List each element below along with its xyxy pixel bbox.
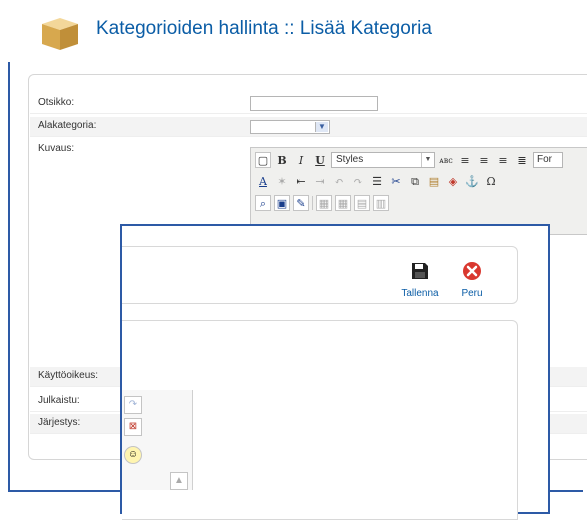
- font-label: For: [537, 154, 552, 165]
- align-right-icon[interactable]: ≡: [495, 152, 511, 168]
- insert-icon[interactable]: ⊠: [124, 418, 142, 436]
- field-label: Kuvaus:: [38, 143, 75, 154]
- paste-icon[interactable]: ▤: [426, 173, 442, 189]
- page-title: Kategorioiden hallinta :: Lisää Kategori…: [96, 18, 432, 39]
- new-document-icon[interactable]: ▢: [255, 152, 271, 168]
- title-input[interactable]: [250, 96, 378, 111]
- edit-icon[interactable]: ✎: [293, 195, 309, 211]
- field-label: Käyttöoikeus:: [38, 370, 99, 381]
- field-label: Julkaistu:: [38, 395, 80, 406]
- save-label: Tallenna: [401, 288, 439, 299]
- emoticon-icon[interactable]: ☺: [124, 446, 142, 464]
- floppy-disk-icon: [412, 263, 428, 279]
- field-label: Järjestys:: [38, 417, 81, 428]
- table-cell-icon[interactable]: ▥: [373, 195, 389, 211]
- fullscreen-icon[interactable]: ▣: [274, 195, 290, 211]
- italic-button[interactable]: I: [293, 152, 309, 168]
- underline-button[interactable]: U: [312, 152, 328, 168]
- editor-toolbar-row-2: A ✶ ⇤ ⇥ ↶ ↷ ☰ ✂ ⧉ ▤ ◈ ⚓ Ω: [255, 171, 499, 191]
- list-icon[interactable]: ☰: [369, 173, 385, 189]
- cleanup-icon[interactable]: ◈: [445, 173, 461, 189]
- editor-peek-area: ↷ ⊠ ☺ ▲: [122, 390, 193, 490]
- toolbar-separator: [312, 196, 313, 210]
- align-left-icon[interactable]: ≡: [457, 152, 473, 168]
- parent-category-select[interactable]: ▼: [250, 120, 330, 134]
- category-box-icon: [42, 18, 78, 50]
- font-select[interactable]: For: [533, 152, 563, 168]
- field-label: Alakategoria:: [38, 120, 97, 131]
- align-center-icon[interactable]: ≡: [476, 152, 492, 168]
- undo-icon[interactable]: ↶: [331, 173, 347, 189]
- special-char-icon[interactable]: Ω: [483, 173, 499, 189]
- highlight-icon[interactable]: ✶: [274, 173, 290, 189]
- table-props-icon[interactable]: ▦: [335, 195, 351, 211]
- copy-icon[interactable]: ⧉: [407, 173, 423, 189]
- bold-button[interactable]: B: [274, 152, 290, 168]
- cancel-icon: [463, 262, 481, 280]
- page-header: Kategorioiden hallinta :: Lisää Kategori…: [0, 0, 587, 62]
- description-editor[interactable]: ▢ B I U Styles ▼ ᴀʙᴄ ≡ ≡ ≡ ≣ For A ✶ ⇤ ⇥…: [250, 147, 587, 235]
- cancel-button[interactable]: Peru: [442, 261, 502, 299]
- outdent-icon[interactable]: ⇤: [293, 173, 309, 189]
- editor-toolbar-row-3: ⌕ ▣ ✎ ▦ ▦ ▤ ▥: [255, 193, 389, 213]
- justify-icon[interactable]: ≣: [514, 152, 530, 168]
- strikethrough-icon[interactable]: ᴀʙᴄ: [438, 152, 454, 168]
- indent-icon[interactable]: ⇥: [312, 173, 328, 189]
- field-label: Otsikko:: [38, 97, 75, 108]
- redo-icon[interactable]: ↷: [350, 173, 366, 189]
- table-row-icon[interactable]: ▤: [354, 195, 370, 211]
- styles-select[interactable]: Styles ▼: [331, 152, 435, 168]
- preview-icon[interactable]: ⌕: [255, 195, 271, 211]
- cancel-label: Peru: [461, 288, 483, 299]
- editor-toolbar-row-1: ▢ B I U Styles ▼ ᴀʙᴄ ≡ ≡ ≡ ≣ For: [255, 150, 563, 170]
- text-color-icon[interactable]: A: [255, 173, 271, 189]
- table-icon[interactable]: ▦: [316, 195, 332, 211]
- save-button[interactable]: Tallenna: [390, 261, 450, 299]
- chevron-down-icon: ▼: [421, 153, 434, 167]
- scroll-up-icon[interactable]: ▲: [170, 472, 188, 490]
- redo-icon[interactable]: ↷: [124, 396, 142, 414]
- cut-icon[interactable]: ✂: [388, 173, 404, 189]
- action-toolbar: Tallenna Peru: [122, 246, 518, 304]
- styles-label: Styles: [336, 154, 364, 165]
- chevron-down-icon: ▼: [315, 122, 328, 132]
- anchor-icon[interactable]: ⚓: [464, 173, 480, 189]
